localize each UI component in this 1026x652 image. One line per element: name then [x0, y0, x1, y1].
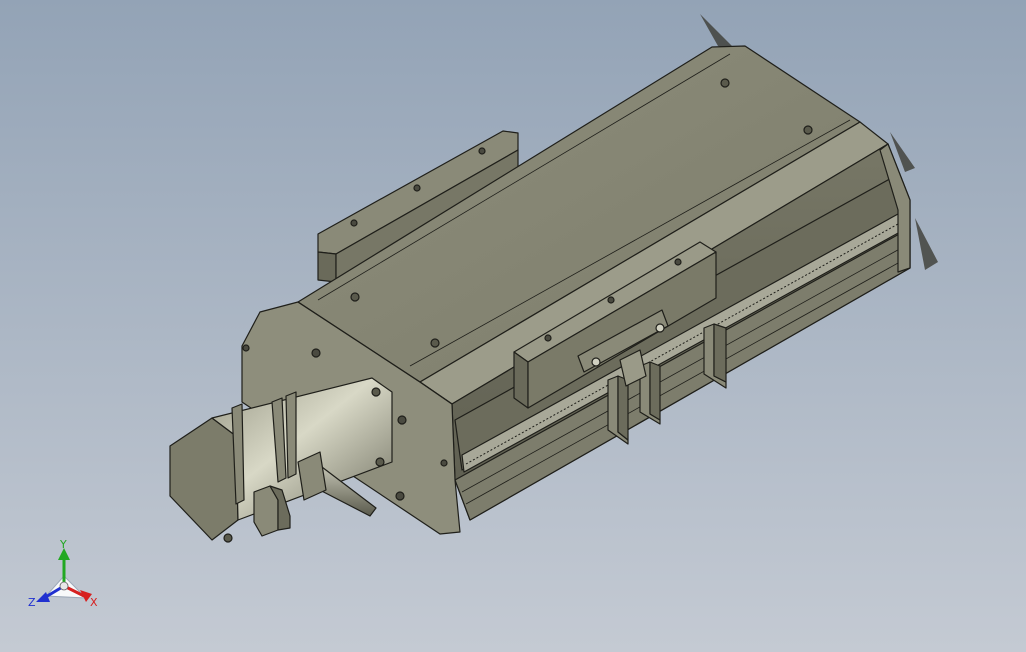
motor-back-cap: [169, 417, 239, 541]
linear-actuator-model[interactable]: [0, 0, 1026, 652]
motor-screw: [375, 457, 385, 467]
y-axis-label: Y: [59, 538, 67, 551]
motor-screw: [223, 533, 233, 543]
screw-hole: [397, 415, 407, 425]
motor-screw: [371, 387, 381, 397]
screw-hole: [395, 491, 405, 501]
screw-hole: [591, 357, 601, 367]
screw-hole: [242, 344, 250, 352]
x-axis-label: X: [90, 596, 98, 609]
screw-hole: [655, 323, 665, 333]
screw-hole: [720, 78, 730, 88]
screw-hole: [350, 292, 360, 302]
3d-viewport[interactable]: Y X Z: [0, 0, 1026, 652]
screw-hole: [440, 459, 448, 467]
screw-hole: [430, 338, 440, 348]
z-axis-label: Z: [28, 596, 36, 609]
screw-hole: [311, 348, 321, 358]
screw-hole: [803, 125, 813, 135]
triad-origin: [59, 581, 69, 591]
coordinate-triad: Y X Z: [28, 538, 98, 609]
blade-shadow: [915, 218, 938, 270]
